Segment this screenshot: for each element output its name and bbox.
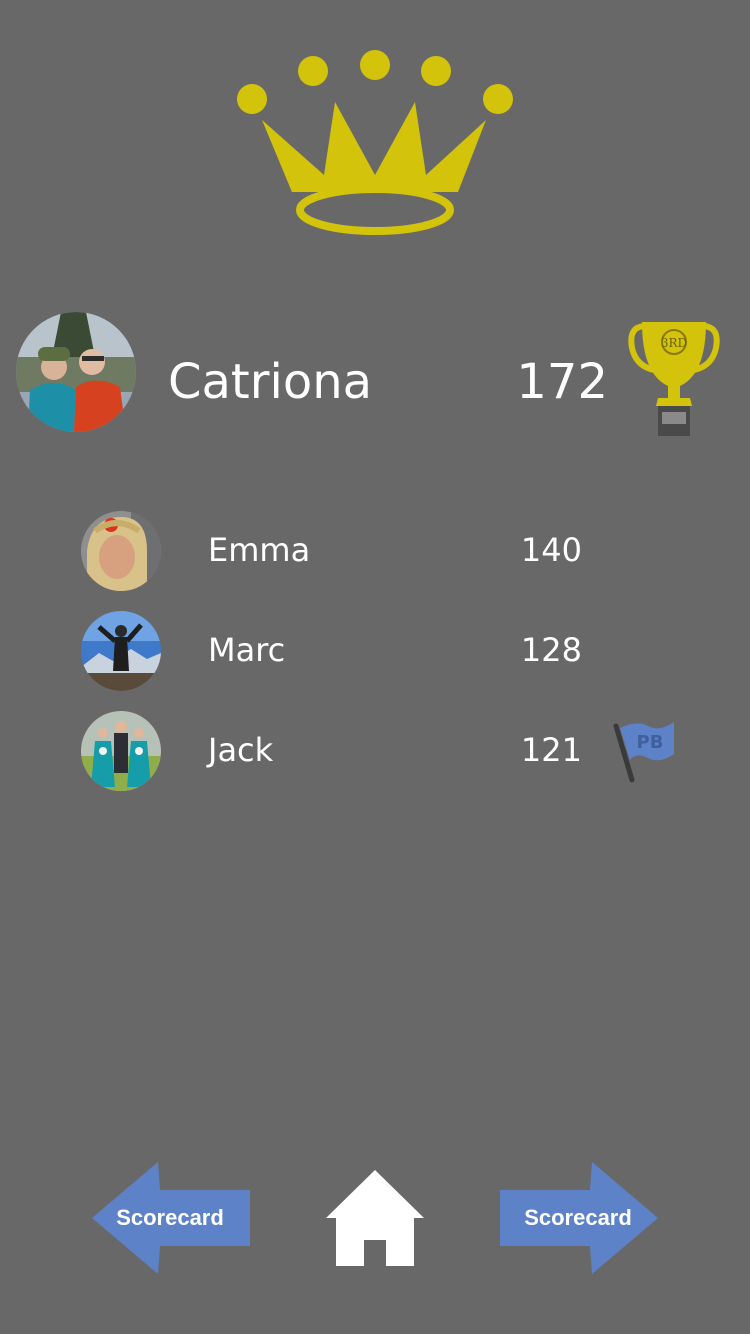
scorecard-back-label: Scorecard <box>116 1205 224 1230</box>
pb-flag-icon: PB <box>612 716 682 784</box>
trophy-badge: 3RD <box>661 336 687 350</box>
pb-badge-label: PB <box>637 732 664 753</box>
crown-icon <box>228 42 520 238</box>
scorecard-next-label: Scorecard <box>524 1205 632 1230</box>
player-avatar-jack[interactable] <box>81 711 161 791</box>
player-name: Jack <box>208 731 274 769</box>
scorecard-back-button[interactable]: Scorecard <box>90 1160 252 1276</box>
player-avatar-emma[interactable] <box>81 511 161 591</box>
home-button[interactable] <box>324 1168 426 1268</box>
player-avatar-marc[interactable] <box>81 611 161 691</box>
winner-name: Catriona <box>168 354 373 410</box>
player-score: 121 <box>520 731 582 769</box>
winner-score: 172 <box>516 354 608 410</box>
scorecard-next-button[interactable]: Scorecard <box>498 1160 660 1276</box>
winner-avatar[interactable] <box>16 312 136 432</box>
home-icon <box>326 1170 424 1266</box>
player-score: 140 <box>520 531 582 569</box>
player-name: Emma <box>208 531 311 569</box>
player-name: Marc <box>208 631 286 669</box>
player-score: 128 <box>520 631 582 669</box>
trophy-icon: 3RD <box>628 318 720 442</box>
